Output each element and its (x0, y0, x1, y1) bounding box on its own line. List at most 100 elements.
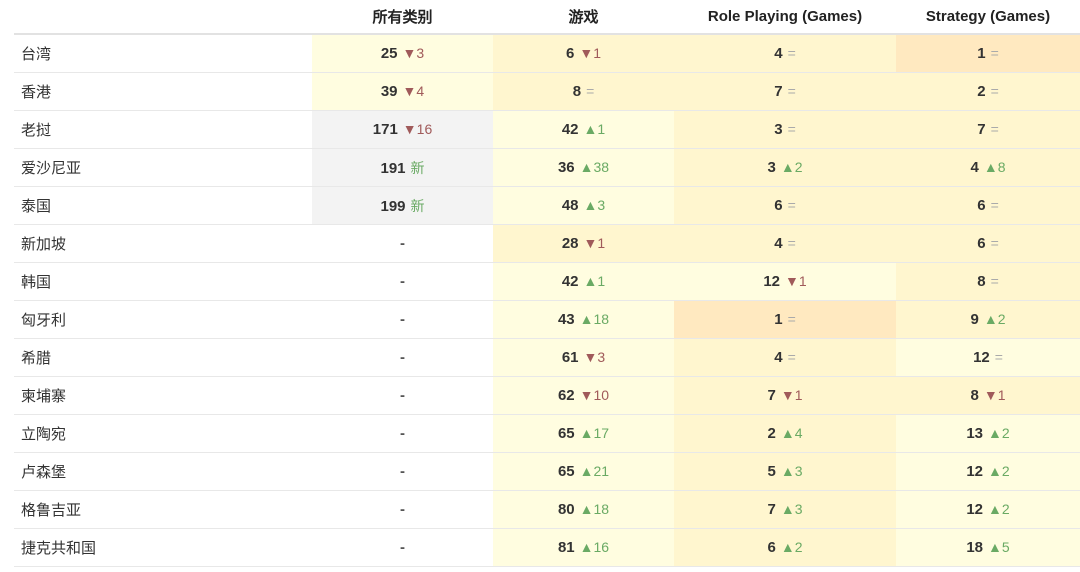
header-all-categories[interactable]: 所有类别 (312, 0, 493, 35)
country-name[interactable]: 卢森堡 (14, 452, 312, 491)
country-name[interactable]: 格鲁吉亚 (14, 490, 312, 529)
rank-down-indicator: ▼1 (579, 45, 601, 61)
header-row: 所有类别 游戏 Role Playing (Games) Strategy (G… (14, 0, 1080, 35)
rank-value: - (400, 387, 405, 404)
rank-value: 4 (774, 349, 783, 366)
rank-cell-role-playing: 7 ▼1 (674, 376, 896, 415)
rank-value: 6 (767, 539, 776, 556)
table-row[interactable]: 新加坡 -28 ▼1 4 = 6 = (14, 224, 1080, 263)
rank-value: 3 (774, 121, 783, 138)
rank-value: 80 (557, 501, 575, 518)
rank-cell-strategy: 13 ▲2 (896, 414, 1080, 453)
rank-cell-role-playing: 1 = (674, 300, 896, 339)
rank-value: 61 (561, 349, 579, 366)
country-name[interactable]: 爱沙尼亚 (14, 148, 312, 187)
header-games[interactable]: 游戏 (493, 0, 674, 35)
rank-cell-strategy: 12 ▲2 (896, 452, 1080, 491)
rank-cell-strategy: 12 = (896, 338, 1080, 377)
rank-cell-role-playing: 4 = (674, 34, 896, 73)
rank-cell-strategy: 12 ▲2 (896, 490, 1080, 529)
table-row[interactable]: 格鲁吉亚 -80 ▲18 7 ▲3 12 ▲2 (14, 490, 1080, 529)
rank-cell-games: 42 ▲1 (493, 262, 674, 301)
country-name[interactable]: 香港 (14, 72, 312, 111)
country-name[interactable]: 立陶宛 (14, 414, 312, 453)
header-role-playing[interactable]: Role Playing (Games) (674, 0, 896, 35)
rank-unchanged-indicator: = (787, 83, 796, 99)
rank-unchanged-indicator: = (787, 349, 796, 365)
rank-value: - (400, 273, 405, 290)
rank-down-indicator: ▼1 (983, 387, 1006, 403)
table-row[interactable]: 希腊 -61 ▼3 4 = 12 = (14, 338, 1080, 377)
header-country (14, 0, 312, 35)
rank-down-indicator: ▼1 (780, 387, 803, 403)
rank-value: - (400, 539, 405, 556)
rank-value: 1 (774, 311, 783, 328)
rank-cell-role-playing: 3 = (674, 110, 896, 149)
rank-value: 5 (767, 463, 776, 480)
rank-value: 12 (763, 273, 781, 290)
table-row[interactable]: 爱沙尼亚 191 新 36 ▲38 3 ▲2 4 ▲8 (14, 148, 1080, 187)
rank-unchanged-indicator: = (787, 235, 796, 251)
rank-value: 2 (767, 425, 776, 442)
table-row[interactable]: 卢森堡 -65 ▲21 5 ▲3 12 ▲2 (14, 452, 1080, 491)
rank-value: 7 (767, 501, 776, 518)
rank-value: - (400, 235, 405, 252)
rank-value: 36 (557, 159, 575, 176)
rank-cell-role-playing: 7 = (674, 72, 896, 111)
table-row[interactable]: 泰国 199 新 48 ▲3 6 = 6 = (14, 186, 1080, 225)
rank-value: 65 (557, 425, 575, 442)
rank-cell-all-categories: 199 新 (312, 186, 493, 225)
table-row[interactable]: 匈牙利 -43 ▲18 1 = 9 ▲2 (14, 300, 1080, 339)
country-name[interactable]: 匈牙利 (14, 300, 312, 339)
rank-cell-role-playing: 6 ▲2 (674, 528, 896, 567)
rank-unchanged-indicator: = (990, 45, 999, 61)
country-name[interactable]: 老挝 (14, 110, 312, 149)
table-row[interactable]: 台湾 25 ▼3 6 ▼1 4 = 1 = (14, 34, 1080, 73)
rank-unchanged-indicator: = (990, 273, 999, 289)
rank-value: - (400, 501, 405, 518)
rank-up-indicator: ▲3 (780, 463, 803, 479)
table-row[interactable]: 香港 39 ▼4 8 = 7 = 2 = (14, 72, 1080, 111)
rank-up-indicator: ▲5 (988, 539, 1010, 555)
rank-up-indicator: ▲2 (983, 311, 1006, 327)
rank-value: 4 (774, 235, 783, 252)
table-row[interactable]: 老挝 171 ▼16 42 ▲1 3 = 7 = (14, 110, 1080, 149)
rank-value: 4 (970, 159, 979, 176)
header-strategy[interactable]: Strategy (Games) (896, 0, 1080, 35)
country-name[interactable]: 希腊 (14, 338, 312, 377)
country-name[interactable]: 柬埔寨 (14, 376, 312, 415)
country-name[interactable]: 泰国 (14, 186, 312, 225)
rank-cell-games: 8 = (493, 72, 674, 111)
rank-down-indicator: ▼4 (402, 83, 425, 99)
rank-cell-strategy: 8 = (896, 262, 1080, 301)
table-row[interactable]: 韩国 -42 ▲1 12 ▼1 8 = (14, 262, 1080, 301)
table-row[interactable]: 立陶宛 -65 ▲17 2 ▲4 13 ▲2 (14, 414, 1080, 453)
rank-up-indicator: ▲2 (988, 425, 1010, 441)
country-name[interactable]: 台湾 (14, 34, 312, 73)
country-name[interactable]: 捷克共和国 (14, 528, 312, 567)
table-row[interactable]: 捷克共和国 -81 ▲16 6 ▲2 18 ▲5 (14, 528, 1080, 567)
ranking-table: 所有类别 游戏 Role Playing (Games) Strategy (G… (14, 0, 1080, 567)
rank-cell-strategy: 9 ▲2 (896, 300, 1080, 339)
rank-cell-strategy: 2 = (896, 72, 1080, 111)
rank-value: 8 (572, 83, 582, 100)
rank-cell-all-categories: - (312, 490, 493, 529)
rank-value: 6 (566, 45, 575, 62)
rank-cell-role-playing: 6 = (674, 186, 896, 225)
rank-cell-games: 43 ▲18 (493, 300, 674, 339)
rank-cell-all-categories: - (312, 414, 493, 453)
rank-cell-games: 61 ▼3 (493, 338, 674, 377)
country-name[interactable]: 新加坡 (14, 224, 312, 263)
country-name[interactable]: 韩国 (14, 262, 312, 301)
rank-value: - (400, 425, 405, 442)
rank-cell-games: 62 ▼10 (493, 376, 674, 415)
rank-unchanged-indicator: = (787, 197, 796, 213)
rank-cell-role-playing: 4 = (674, 224, 896, 263)
table-row[interactable]: 柬埔寨 -62 ▼10 7 ▼1 8 ▼1 (14, 376, 1080, 415)
rank-unchanged-indicator: = (787, 45, 796, 61)
rank-up-indicator: ▲18 (579, 311, 610, 327)
rank-cell-all-categories: - (312, 452, 493, 491)
rank-cell-role-playing: 5 ▲3 (674, 452, 896, 491)
rank-value: 39 (380, 83, 398, 100)
rank-value: 42 (561, 273, 579, 290)
